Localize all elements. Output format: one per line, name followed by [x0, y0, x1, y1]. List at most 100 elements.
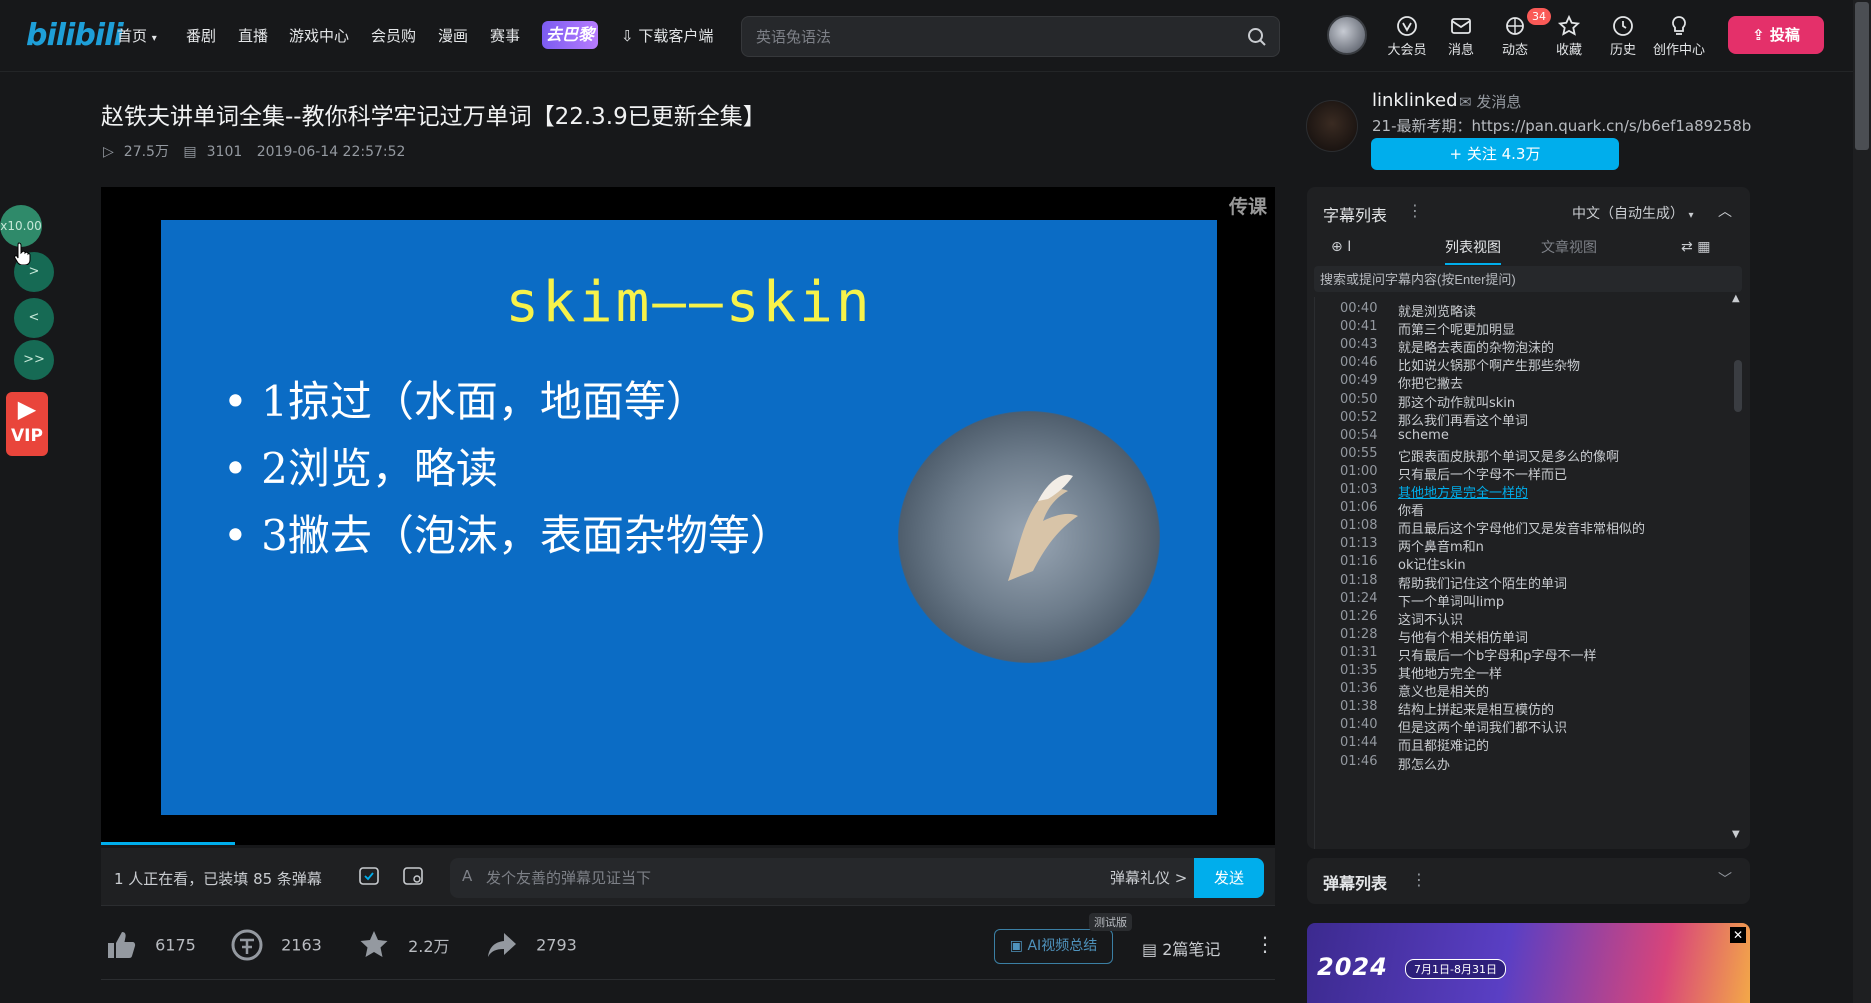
subtitle-scrollbar[interactable] — [1734, 360, 1742, 412]
translate-icon[interactable]: ⇄ ▦ — [1681, 239, 1710, 255]
tab-list-view[interactable]: 列表视图 — [1445, 237, 1501, 265]
vip-label: VIP — [11, 426, 43, 446]
danmaku-settings-icon[interactable] — [402, 865, 424, 887]
nav-shop[interactable]: 会员购 — [371, 25, 416, 46]
ad-banner[interactable]: 2024 7月1日-8月31日 ✕ — [1307, 923, 1750, 1003]
chevron-up-icon[interactable]: ︿ — [1718, 201, 1732, 221]
ad-date: 7月1日-8月31日 — [1405, 959, 1506, 979]
danmaku-toggle-icon[interactable] — [358, 865, 380, 887]
subtitle-time: 01:08 — [1340, 518, 1378, 534]
subtitle-text: 那这个动作就叫skin — [1398, 395, 1516, 411]
coin-button[interactable]: 2163 — [230, 928, 322, 962]
nav-history[interactable]: 历史 — [1598, 14, 1648, 58]
hand-cursor-icon — [14, 242, 31, 265]
follow-button[interactable]: + 关注 4.3万 — [1371, 138, 1619, 170]
danmaku-bar: 1 人正在看，已装填 85 条弹幕 A 弹幕礼仪 > 发送 — [101, 848, 1275, 906]
page-scrollbar-track — [1853, 0, 1871, 1003]
nav-home[interactable]: 首页 ▾ — [117, 25, 157, 46]
scroll-down-icon[interactable]: ▼ — [1732, 829, 1740, 840]
nav-comics[interactable]: 漫画 — [438, 25, 468, 46]
favorite-button[interactable]: 2.2万 — [357, 928, 450, 962]
search-icon[interactable] — [1247, 27, 1267, 47]
send-danmaku-button[interactable]: 发送 — [1194, 858, 1264, 898]
ad-title: 2024 — [1317, 953, 1388, 981]
uploader-avatar[interactable] — [1306, 100, 1358, 152]
subtitle-panel-title: 字幕列表 — [1323, 206, 1388, 225]
user-avatar[interactable] — [1327, 15, 1367, 55]
subtitle-text: 就是浏览略读 — [1398, 305, 1477, 320]
event-badge[interactable]: 去巴黎 — [542, 21, 598, 49]
nav-game-center[interactable]: 游戏中心 — [289, 25, 349, 46]
clipboard-icon[interactable]: ▦ — [1697, 239, 1710, 255]
send-message-link[interactable]: ✉ 发消息 — [1459, 91, 1521, 112]
fast-forward-button[interactable]: >> — [14, 340, 54, 380]
subtitle-text: ok记住skin — [1398, 558, 1466, 574]
subtitle-text: 你把它撇去 — [1398, 377, 1464, 393]
nav-live[interactable]: 直播 — [238, 25, 268, 46]
uploader-name[interactable]: linklinked — [1372, 90, 1458, 111]
progress-bar[interactable] — [101, 842, 235, 845]
kebab-menu-icon[interactable]: ⋮ — [1411, 870, 1427, 889]
kebab-menu-icon[interactable]: ⋮ — [1407, 201, 1423, 220]
download-client-link[interactable]: ⇩ 下载客户端 — [621, 25, 713, 46]
vip-icon — [1397, 16, 1417, 36]
subtitle-time: 00:40 — [1340, 301, 1378, 316]
mail-icon — [1451, 18, 1471, 34]
nav-messages[interactable]: 消息 — [1436, 14, 1486, 58]
subtitle-time: 01:36 — [1340, 681, 1378, 697]
nav-esports[interactable]: 赛事 — [490, 25, 520, 46]
subtitle-text: 而且最后这个字母他们又是发音非常相似的 — [1398, 522, 1646, 538]
subtitle-list: 00:40 就是浏览略读 00:41 而第三个呢更加明显 00:43 就是略去表面的杂物泡… — [1314, 297, 1728, 849]
nav-vip[interactable]: 大会员 — [1382, 14, 1432, 58]
step-back-button[interactable]: < — [14, 298, 54, 338]
viewer-count: 1 人正在看，已装填 85 条弹幕 — [114, 870, 322, 888]
subtitle-time: 00:41 — [1340, 319, 1378, 335]
subtitle-text: 结构上拼起来是相互模仿的 — [1398, 703, 1555, 719]
danmaku-list-panel[interactable]: 弹幕列表 ⋮ ﹀ — [1307, 858, 1750, 904]
locate-icon[interactable]: ⊕ Ⅰ — [1331, 239, 1351, 255]
subtitle-time: 01:06 — [1340, 500, 1378, 516]
subtitle-time: 00:54 — [1340, 427, 1378, 443]
publish-date: 2019-06-14 22:57:52 — [256, 144, 406, 160]
upload-button[interactable]: ⇪ 投稿 — [1728, 16, 1824, 54]
close-icon[interactable]: ✕ — [1730, 927, 1746, 943]
subtitle-language-select[interactable]: 中文（自动生成） ▾ — [1572, 203, 1693, 223]
play-icon: ▶ — [17, 395, 37, 423]
vip-badge[interactable]: ▶ VIP — [6, 392, 48, 456]
bilibili-logo[interactable]: bilibili — [26, 18, 124, 53]
subtitle-time: 01:38 — [1340, 699, 1378, 715]
page-scrollbar[interactable] — [1855, 2, 1869, 150]
ai-summary-button[interactable]: ▣ AI视频总结 — [994, 929, 1113, 964]
subtitle-search-input[interactable] — [1320, 270, 1730, 288]
chevron-down-icon[interactable]: ﹀ — [1718, 869, 1732, 889]
text-cursor-icon[interactable]: Ⅰ — [1347, 239, 1351, 255]
clock-icon — [1613, 16, 1633, 36]
subtitle-time: 01:16 — [1340, 554, 1378, 570]
subtitle-time: 01:24 — [1340, 590, 1378, 606]
divider — [101, 979, 1275, 980]
notes-button[interactable]: ▤ 2篇笔记 — [1142, 936, 1220, 960]
video-player[interactable]: skim——skin • 1掠过（水面，地面等） • 2浏览，略读 • 3撇去（… — [101, 187, 1275, 845]
text-style-icon[interactable]: A — [462, 867, 472, 885]
bulb-icon — [1672, 16, 1686, 35]
subtitle-text: 但是这两个单词我们都不认识 — [1398, 721, 1568, 737]
search-input[interactable] — [756, 26, 1216, 48]
subtitle-time: 01:18 — [1340, 572, 1378, 588]
like-button[interactable]: 6175 — [104, 928, 196, 962]
chevron-down-icon: ▾ — [151, 33, 157, 44]
danmaku-etiquette-link[interactable]: 弹幕礼仪 > — [1110, 867, 1187, 888]
scroll-up-icon[interactable]: ▲ — [1732, 293, 1740, 304]
subtitle-text: 其他地方是完全一样的 — [1398, 486, 1529, 501]
nav-favorites[interactable]: 收藏 — [1544, 14, 1594, 58]
tab-article-view[interactable]: 文章视图 — [1541, 237, 1597, 257]
share-button[interactable]: 2793 — [485, 928, 577, 962]
subtitle-text: 与他有个相关相仿单词 — [1398, 630, 1529, 646]
more-options-icon[interactable]: ⋮ — [1255, 932, 1275, 956]
danmaku-input[interactable] — [486, 867, 1066, 889]
subtitle-time: 01:31 — [1340, 644, 1378, 660]
mail-icon: ✉ — [1459, 93, 1472, 111]
nav-anime[interactable]: 番剧 — [186, 25, 216, 46]
subtitle-time: 00:50 — [1340, 391, 1378, 407]
nav-creator-center[interactable]: 创作中心 — [1650, 14, 1708, 58]
subtitle-time: 00:46 — [1340, 355, 1378, 371]
